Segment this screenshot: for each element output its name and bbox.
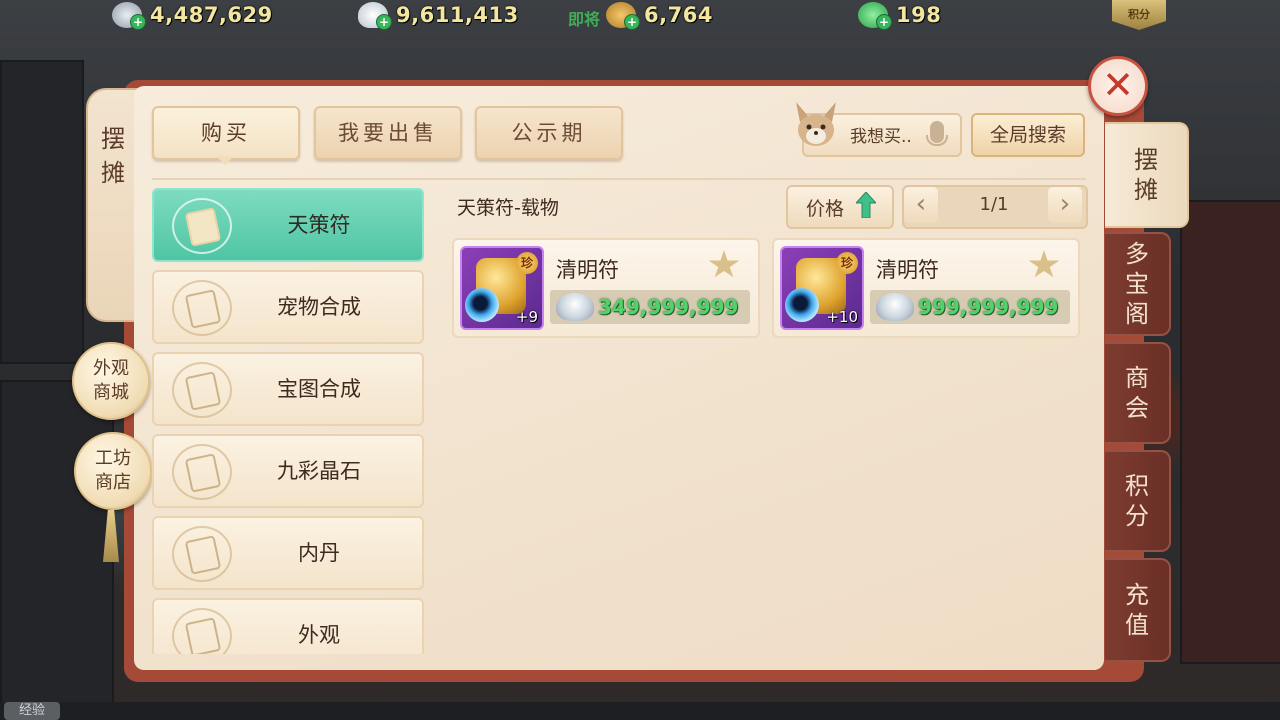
tab-buy[interactable]: 购买 [152, 106, 300, 160]
currency-jade[interactable]: + 198 [858, 0, 941, 30]
scroll-icon [172, 280, 232, 336]
next-page-button[interactable]: › [1048, 187, 1082, 223]
currency-copper[interactable]: + 6,764 [606, 0, 713, 30]
item-slot[interactable]: 珍 +10 [780, 246, 864, 330]
category-label: 天策符 [287, 213, 351, 237]
active-tab-caret [216, 156, 234, 165]
add-icon[interactable]: + [624, 14, 640, 30]
add-icon[interactable]: + [130, 14, 146, 30]
currency-value: 6,764 [644, 3, 713, 27]
silver-ingot-icon [556, 293, 594, 321]
currency-value: 4,487,629 [150, 3, 273, 27]
fox-mascot-icon [796, 102, 836, 146]
chevron-left-icon: ‹ [915, 189, 927, 219]
orb-icon [465, 288, 499, 322]
side-tab-label: 充值 [1125, 581, 1149, 639]
close-icon: ✕ [1102, 63, 1134, 107]
category-label: 外观 [298, 623, 340, 647]
building-silhouette [0, 60, 84, 364]
left-strip-label: 摆摊 [101, 125, 125, 187]
map-icon [172, 362, 232, 418]
prev-page-button[interactable]: ‹ [904, 187, 938, 223]
global-search-button[interactable]: 全局搜索 [971, 113, 1085, 157]
item-name: 清明符 [556, 258, 619, 282]
wish-to-buy-label: 我想买.. [850, 127, 912, 147]
side-tab-label: 多宝阁 [1125, 240, 1149, 328]
workshop-store-label: 工坊商店 [95, 448, 131, 493]
category-label: 九彩晶石 [277, 459, 361, 483]
rare-badge: 珍 [836, 252, 858, 274]
side-tab-label: 商会 [1125, 364, 1149, 422]
category-label: 内丹 [298, 541, 340, 565]
jade-icon: + [858, 2, 892, 30]
category-label: 宝图合成 [277, 377, 361, 401]
side-tab-label: 积分 [1125, 472, 1149, 530]
chevron-right-icon: › [1059, 189, 1071, 219]
item-price: 999,999,999 [918, 295, 1059, 319]
scroll-icon [172, 198, 232, 254]
category-item-pet-synthesis[interactable]: 宠物合成 [152, 270, 424, 344]
currency-value: 9,611,413 [396, 3, 519, 27]
copper-coin-icon: + [606, 2, 640, 30]
orb-icon [785, 288, 819, 322]
category-list[interactable]: 天策符 宠物合成 宝图合成 九彩晶石 内丹 外观 [152, 188, 424, 654]
item-level: +9 [515, 308, 538, 326]
side-tab-stall[interactable]: 摆摊 [1105, 122, 1189, 228]
experience-label: 经验 [4, 702, 60, 720]
sort-label: 价格 [806, 198, 845, 220]
inner-core-icon [172, 526, 232, 582]
points-badge[interactable]: 积分 [1112, 0, 1166, 30]
side-tab-recharge[interactable]: 充值 [1105, 558, 1171, 662]
close-button[interactable]: ✕ [1088, 56, 1148, 116]
appearance-mall-label: 外观商城 [93, 358, 129, 403]
side-tab-points[interactable]: 积分 [1105, 450, 1171, 552]
currency-coins[interactable]: + 4,487,629 [112, 0, 273, 30]
silver-ingot-icon: + [358, 2, 392, 30]
workshop-store-button[interactable]: 工坊商店 [74, 432, 152, 510]
tree-silhouette [1180, 200, 1280, 664]
add-icon[interactable]: + [376, 14, 392, 30]
item-slot[interactable]: 珍 +9 [460, 246, 544, 330]
tab-public-notice[interactable]: 公示期 [475, 106, 623, 160]
category-title: 天策符-载物 [457, 197, 559, 219]
rare-badge: 珍 [516, 252, 538, 274]
appearance-mall-button[interactable]: 外观商城 [72, 342, 150, 420]
currency-hint: 即将 [568, 10, 601, 29]
crystal-icon [172, 444, 232, 500]
category-item-treasure-map[interactable]: 宝图合成 [152, 352, 424, 426]
add-icon[interactable]: + [876, 14, 892, 30]
side-tab-chamber[interactable]: 商会 [1105, 342, 1171, 444]
robe-icon [172, 608, 232, 654]
category-item-nine-color-crystal[interactable]: 九彩晶石 [152, 434, 424, 508]
currency-value: 198 [896, 3, 942, 27]
item-price: 349,999,999 [598, 295, 739, 319]
page-indicator: 1/1 [979, 194, 1009, 215]
category-item-tiance-talisman[interactable]: 天策符 [152, 188, 424, 262]
item-level: +10 [826, 308, 858, 326]
header-divider [152, 178, 1086, 180]
currency-silver[interactable]: + 9,611,413 [358, 0, 519, 30]
experience-bar [0, 702, 1280, 720]
coin-stack-icon: + [112, 2, 146, 30]
currency-bar: + 4,487,629 + 9,611,413 即将 + 6,764 + 198… [0, 0, 1280, 32]
side-tab-treasure-pavilion[interactable]: 多宝阁 [1105, 232, 1171, 336]
category-item-inner-core[interactable]: 内丹 [152, 516, 424, 590]
category-item-appearance[interactable]: 外观 [152, 598, 424, 654]
side-tab-label: 摆摊 [1134, 146, 1158, 204]
category-label: 宠物合成 [277, 295, 361, 319]
sort-ascending-icon [856, 192, 876, 218]
building-silhouette [0, 380, 114, 704]
silver-ingot-icon [876, 293, 914, 321]
microphone-icon[interactable] [926, 121, 948, 146]
tab-sell[interactable]: 我要出售 [314, 106, 462, 160]
item-name: 清明符 [876, 258, 939, 282]
